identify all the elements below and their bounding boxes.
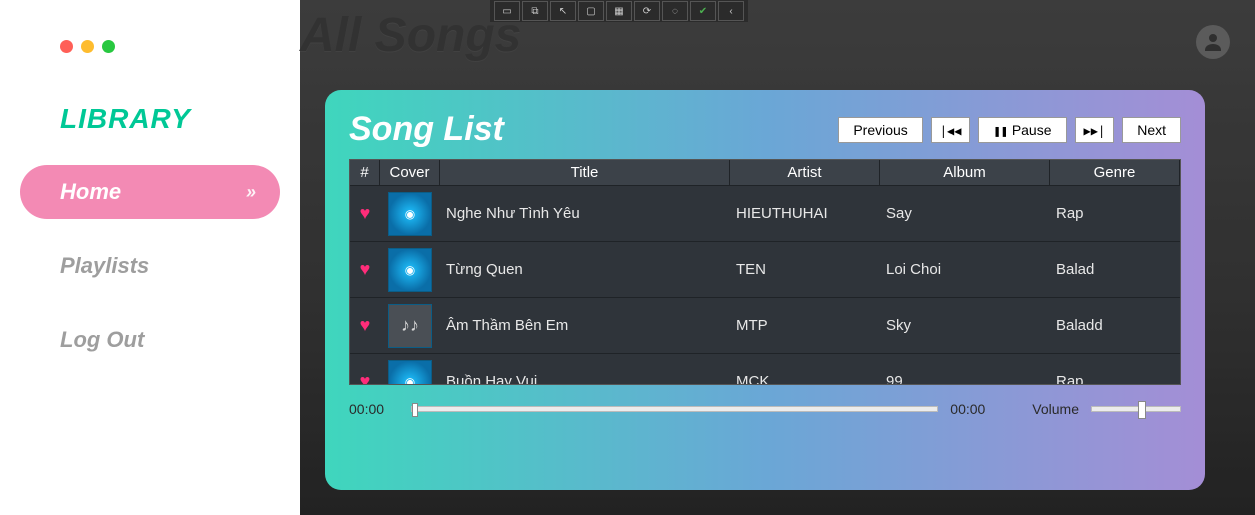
sidebar-item-label: Playlists bbox=[60, 253, 149, 279]
title-cell: Từng Quen bbox=[440, 261, 730, 278]
artist-cell: TEN bbox=[730, 261, 880, 278]
minimize-dot[interactable] bbox=[81, 40, 94, 53]
cover-cell: ◉ bbox=[380, 248, 440, 292]
player-card: Song List Previous |◀◀ ❚❚ Pause ▶▶| Next… bbox=[325, 90, 1205, 490]
skip-back-button[interactable]: |◀◀ bbox=[931, 117, 971, 143]
heart-icon: ♥ bbox=[360, 259, 371, 279]
title-cell: Âm Thầm Bên Em bbox=[440, 317, 730, 334]
debug-camera-icon[interactable]: ⧉ bbox=[522, 1, 548, 21]
fav-cell[interactable]: ♥ bbox=[350, 203, 380, 224]
table-row[interactable]: ♥ ♪♪ Âm Thầm Bên EmMTPSkyBaladd bbox=[350, 298, 1180, 354]
genre-cell: Baladd bbox=[1050, 317, 1180, 334]
volume-track[interactable] bbox=[1091, 406, 1181, 412]
cover-thumb: ◉ bbox=[388, 360, 432, 385]
debug-select-icon[interactable]: ▭ bbox=[494, 1, 520, 21]
next-button[interactable]: Next bbox=[1122, 117, 1181, 143]
progress-thumb[interactable] bbox=[412, 403, 418, 417]
artist-cell: MCK bbox=[730, 373, 880, 384]
time-total: 00:00 bbox=[950, 401, 1000, 417]
col-genre: Genre bbox=[1050, 160, 1180, 185]
col-album: Album bbox=[880, 160, 1050, 185]
col-title: Title bbox=[440, 160, 730, 185]
album-cell: 99 bbox=[880, 373, 1050, 384]
album-cell: Sky bbox=[880, 317, 1050, 334]
pause-button[interactable]: ❚❚ Pause bbox=[978, 117, 1066, 143]
debug-screen-icon[interactable]: ▢ bbox=[578, 1, 604, 21]
song-table: # Cover Title Artist Album Genre ♥ ◉ Nghe … bbox=[349, 159, 1181, 385]
debug-cursor-icon[interactable]: ↖ bbox=[550, 1, 576, 21]
cover-thumb: ◉ bbox=[388, 248, 432, 292]
col-hash: # bbox=[350, 160, 380, 185]
debug-refresh-icon[interactable]: ⟳ bbox=[634, 1, 660, 21]
sidebar: LIBRARY Home » Playlists Log Out bbox=[0, 0, 300, 515]
heart-icon: ♥ bbox=[360, 203, 371, 223]
fav-cell[interactable]: ♥ bbox=[350, 259, 380, 280]
volume-thumb[interactable] bbox=[1138, 401, 1146, 419]
table-row[interactable]: ♥ ◉ Buồn Hay VuiMCK99Rap bbox=[350, 354, 1180, 384]
table-body[interactable]: ♥◉Nghe Như Tình YêuHIEUTHUHAISayRap♥◉Từn… bbox=[350, 186, 1180, 384]
skip-back-icon: |◀◀ bbox=[940, 124, 962, 138]
title-cell: Buồn Hay Vui bbox=[440, 373, 730, 384]
artist-cell: MTP bbox=[730, 317, 880, 334]
skip-forward-button[interactable]: ▶▶| bbox=[1075, 117, 1115, 143]
skip-forward-icon: ▶▶| bbox=[1084, 124, 1106, 138]
sidebar-item-playlists[interactable]: Playlists bbox=[20, 239, 280, 293]
sidebar-item-logout[interactable]: Log Out bbox=[20, 313, 280, 367]
debug-pick-icon[interactable]: ▦ bbox=[606, 1, 632, 21]
cover-thumb: ♪♪ bbox=[388, 304, 432, 348]
close-dot[interactable] bbox=[60, 40, 73, 53]
chevron-right-icon: » bbox=[246, 182, 252, 203]
album-cell: Loi Choi bbox=[880, 261, 1050, 278]
col-artist: Artist bbox=[730, 160, 880, 185]
user-avatar[interactable] bbox=[1196, 25, 1230, 59]
album-cell: Say bbox=[880, 205, 1050, 222]
window-controls bbox=[60, 40, 300, 53]
debug-ok-icon[interactable]: ✔ bbox=[690, 1, 716, 21]
fav-cell[interactable]: ♥ bbox=[350, 371, 380, 384]
playback-controls: Previous |◀◀ ❚❚ Pause ▶▶| Next bbox=[838, 117, 1181, 143]
debug-toolbar: ▭ ⧉ ↖ ▢ ▦ ⟳ ◌ ✔ ‹ bbox=[490, 0, 748, 22]
progress-row: 00:00 00:00 Volume bbox=[349, 401, 1181, 417]
heart-icon: ♥ bbox=[360, 371, 371, 384]
fav-cell[interactable]: ♥ bbox=[350, 315, 380, 336]
page-title: All Songs bbox=[300, 8, 521, 63]
progress-track[interactable] bbox=[411, 406, 938, 412]
main-area: ▭ ⧉ ↖ ▢ ▦ ⟳ ◌ ✔ ‹ All Songs Song List Pr… bbox=[300, 0, 1255, 515]
card-title: Song List bbox=[349, 110, 504, 149]
cover-cell: ◉ bbox=[380, 192, 440, 236]
heart-icon: ♥ bbox=[360, 315, 371, 335]
genre-cell: Rap bbox=[1050, 205, 1180, 222]
time-current: 00:00 bbox=[349, 401, 399, 417]
maximize-dot[interactable] bbox=[102, 40, 115, 53]
library-heading: LIBRARY bbox=[60, 103, 300, 135]
cover-thumb: ◉ bbox=[388, 192, 432, 236]
table-header: # Cover Title Artist Album Genre bbox=[350, 160, 1180, 186]
sidebar-item-home[interactable]: Home » bbox=[20, 165, 280, 219]
cover-cell: ♪♪ bbox=[380, 304, 440, 348]
title-cell: Nghe Như Tình Yêu bbox=[440, 205, 730, 222]
person-icon bbox=[1201, 30, 1225, 54]
debug-collapse-icon[interactable]: ‹ bbox=[718, 1, 744, 21]
artist-cell: HIEUTHUHAI bbox=[730, 205, 880, 222]
table-row[interactable]: ♥ ◉ Từng QuenTENLoi ChoiBalad bbox=[350, 242, 1180, 298]
genre-cell: Rap bbox=[1050, 373, 1180, 384]
table-row[interactable]: ♥ ◉ Nghe Như Tình YêuHIEUTHUHAISayRap bbox=[350, 186, 1180, 242]
cover-cell: ◉ bbox=[380, 360, 440, 385]
volume-label: Volume bbox=[1032, 401, 1079, 417]
sidebar-item-label: Home bbox=[60, 179, 121, 205]
col-cover: Cover bbox=[380, 160, 440, 185]
debug-access-icon[interactable]: ◌ bbox=[662, 1, 688, 21]
previous-button[interactable]: Previous bbox=[838, 117, 922, 143]
pause-icon: ❚❚ bbox=[993, 124, 1007, 138]
sidebar-item-label: Log Out bbox=[60, 327, 144, 353]
genre-cell: Balad bbox=[1050, 261, 1180, 278]
